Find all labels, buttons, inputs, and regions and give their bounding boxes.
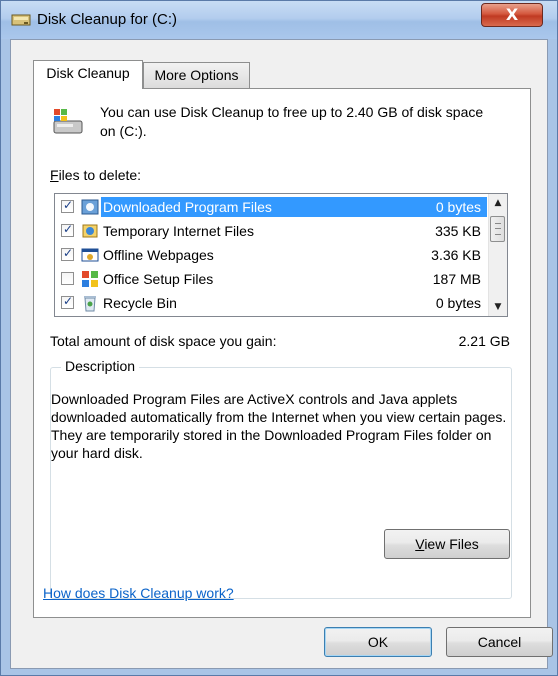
list-scrollbar[interactable]: ▲ ▼ [488, 194, 507, 316]
help-link[interactable]: How does Disk Cleanup work? [43, 585, 234, 601]
list-item-name: Downloaded Program Files [101, 197, 487, 217]
files-to-delete-label: Files to delete: [50, 167, 141, 183]
description-groupbox: Description Downloaded Program Files are… [50, 358, 512, 599]
checkbox[interactable]: ✓ [61, 246, 74, 261]
checkbox[interactable]: ✓ [61, 222, 74, 237]
list-item[interactable]: ✓ Offline Webpages 3.36 KB [55, 243, 487, 267]
disk-cleanup-window: Disk Cleanup for (C:) X Disk Cleanup Mor… [0, 0, 558, 676]
list-item-size: 0 bytes [435, 197, 485, 217]
ok-button[interactable]: OK [324, 627, 432, 657]
offline-webpages-icon [81, 246, 99, 264]
list-item-size: 335 KB [435, 223, 481, 239]
tab-more-options[interactable]: More Options [143, 62, 250, 88]
intro-text: You can use Disk Cleanup to free up to 2… [100, 104, 484, 139]
view-files-button[interactable]: View Files [384, 529, 510, 559]
files-label-rest: iles to delete: [58, 167, 142, 183]
view-files-label: iew Files [424, 536, 479, 552]
list-item-size: 187 MB [432, 271, 481, 287]
tab-disk-cleanup[interactable]: Disk Cleanup [33, 60, 143, 89]
view-files-mnemonic: V [415, 536, 425, 552]
total-space-label: Total amount of disk space you gain: [50, 333, 277, 349]
scroll-down-arrow-icon[interactable]: ▼ [489, 298, 507, 316]
files-listbox[interactable]: ✓ Downloaded Program Files 0 bytes ✓ Tem… [54, 193, 508, 317]
close-icon: X [505, 5, 519, 24]
dialog-client-area: Disk Cleanup More Options You can use Di… [10, 39, 548, 669]
disk-cleanup-icon [11, 12, 31, 28]
checkbox[interactable]: ✓ [61, 198, 74, 213]
window-title: Disk Cleanup for (C:) [37, 11, 178, 28]
list-item[interactable]: ✓ Recycle Bin 0 bytes [55, 291, 487, 315]
files-label-mnemonic: F [50, 167, 59, 183]
disk-cleanup-panel: You can use Disk Cleanup to free up to 2… [33, 88, 531, 618]
list-item-size: 0 bytes [435, 295, 481, 311]
scroll-up-arrow-icon[interactable]: ▲ [489, 194, 507, 212]
list-item-name: Temporary Internet Files [103, 223, 254, 239]
close-button[interactable]: X [481, 3, 543, 27]
total-space-value: 2.21 GB [458, 333, 510, 349]
recycle-bin-icon [81, 294, 99, 312]
list-item[interactable]: Office Setup Files 187 MB [55, 267, 487, 291]
description-text: Downloaded Program Files are ActiveX con… [51, 391, 507, 461]
description-title: Description [61, 358, 140, 374]
checkbox[interactable] [61, 272, 74, 285]
scrollbar-thumb[interactable] [490, 216, 505, 242]
office-setup-files-icon [81, 270, 99, 288]
list-item-name: Office Setup Files [103, 271, 214, 287]
list-item[interactable]: ✓ Temporary Internet Files 335 KB [55, 219, 487, 243]
checkbox[interactable]: ✓ [61, 294, 74, 309]
title-bar[interactable]: Disk Cleanup for (C:) X [1, 1, 557, 39]
temporary-internet-files-icon [81, 222, 99, 240]
list-item[interactable]: ✓ Downloaded Program Files 0 bytes [55, 195, 487, 219]
cancel-button[interactable]: Cancel [446, 627, 553, 657]
list-item-name: Offline Webpages [103, 247, 214, 263]
list-item-size: 3.36 KB [431, 247, 481, 263]
downloaded-program-files-icon [81, 198, 99, 216]
disk-cleanup-icon [50, 107, 86, 137]
list-item-name: Recycle Bin [103, 295, 177, 311]
